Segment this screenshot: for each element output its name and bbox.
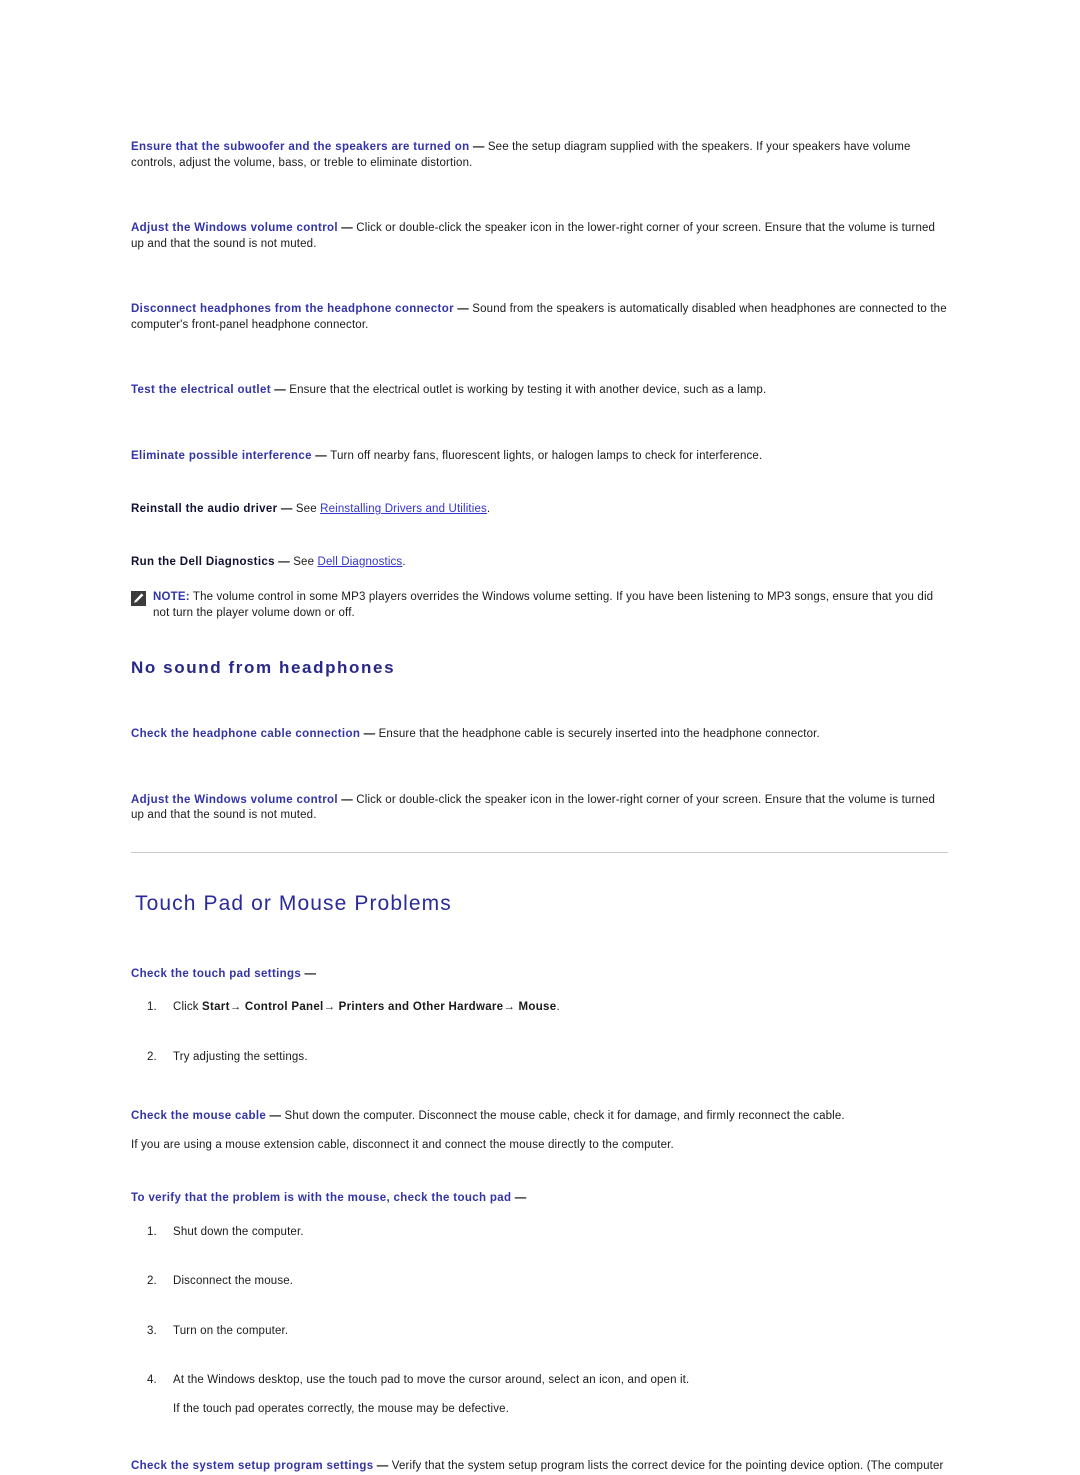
link-reinstalling-drivers-and-utilities[interactable]: Reinstalling Drivers and Utilities	[320, 503, 487, 515]
tip-subwoofer-speakers-on: Ensure that the subwoofer and the speake…	[131, 140, 949, 171]
tip-lead: To verify that the problem is with the m…	[131, 1192, 512, 1204]
top-spacer	[131, 0, 949, 140]
tip-dash: —	[301, 967, 317, 980]
note-callout: NOTE: The volume control in some MP3 pla…	[131, 590, 949, 621]
arrow-icon: →	[229, 1001, 242, 1013]
ui-path-control-panel: Control Panel	[241, 1001, 324, 1013]
tip-see-text: See	[293, 555, 318, 568]
tip-body: Shut down the computer. Disconnect the m…	[284, 1110, 845, 1122]
note-label: NOTE:	[153, 591, 190, 603]
arrow-icon: →	[503, 1001, 516, 1013]
tip-lead: Adjust the Windows volume control	[131, 793, 338, 806]
tip-period: .	[402, 555, 406, 568]
step-sub-line: If the touch pad operates correctly, the…	[173, 1402, 510, 1415]
list-item: Click Start→ Control Panel→ Printers and…	[147, 1000, 949, 1016]
heading-no-sound-from-headphones: No sound from headphones	[131, 658, 396, 677]
tip-body: Ensure that the headphone cable is secur…	[378, 728, 820, 740]
step-text: Turn on the computer.	[173, 1324, 289, 1337]
tip-dash: —	[311, 449, 331, 462]
tip-lead: Check the mouse cable	[131, 1110, 267, 1122]
list-item: Disconnect the mouse.	[147, 1274, 949, 1290]
tip-dash: —	[274, 555, 294, 568]
tip-body: Ensure that the electrical outlet is wor…	[289, 384, 767, 396]
tip-check-touch-pad-settings: Check the touch pad settings —	[131, 967, 949, 983]
tip-period: .	[486, 503, 491, 515]
tip-see-text: See	[295, 503, 321, 515]
document-content: Ensure that the subwoofer and the speake…	[131, 0, 949, 1475]
tip-run-dell-diagnostics: Run the Dell Diagnostics — See Dell Diag…	[131, 555, 949, 571]
tip-dash: —	[453, 303, 473, 315]
tip-check-system-setup-program-settings: Check the system setup program settings …	[131, 1459, 949, 1475]
pencil-note-icon	[131, 591, 146, 606]
ui-path-start: Start	[202, 1001, 230, 1013]
step-prefix: Click	[173, 1001, 203, 1013]
verify-mouse-steps: Shut down the computer. Disconnect the m…	[131, 1225, 949, 1418]
tip-verify-problem-with-mouse: To verify that the problem is with the m…	[131, 1191, 949, 1207]
tip-lead: Reinstall the audio driver	[131, 503, 278, 515]
tip-dash: —	[511, 1192, 527, 1204]
section-divider	[131, 851, 948, 853]
step-text: At the Windows desktop, use the touch pa…	[173, 1374, 690, 1386]
note-text: NOTE: The volume control in some MP3 pla…	[153, 590, 949, 621]
tip-disconnect-headphones: Disconnect headphones from the headphone…	[131, 302, 949, 333]
tip-adjust-windows-volume-headphones: Adjust the Windows volume control — Clic…	[131, 793, 949, 824]
tip-body: Verify that the system setup program lis…	[391, 1460, 944, 1472]
step-suffix: .	[556, 1001, 560, 1013]
tip-dash: —	[270, 384, 290, 396]
tip-dash: —	[337, 222, 357, 234]
tip-dash: —	[373, 1460, 392, 1472]
tip-test-electrical-outlet: Test the electrical outlet — Ensure that…	[131, 383, 949, 399]
tip-check-mouse-cable: Check the mouse cable — Shut down the co…	[131, 1109, 949, 1125]
ui-path-printers-and-other-hardware: Printers and Other Hardware	[335, 1001, 504, 1013]
tip-dash: —	[360, 728, 379, 740]
tip-headphone-cable-connection: Check the headphone cable connection — E…	[131, 727, 949, 743]
list-item: At the Windows desktop, use the touch pa…	[147, 1373, 949, 1417]
step-text: Shut down the computer.	[173, 1225, 304, 1238]
tip-lead: Disconnect headphones from the headphone…	[131, 303, 454, 315]
tip-lead: Eliminate possible interference	[131, 449, 312, 462]
tip-reinstall-audio-driver: Reinstall the audio driver — See Reinsta…	[131, 502, 949, 518]
tip-lead: Adjust the Windows volume control	[131, 222, 338, 234]
tip-lead: Ensure that the subwoofer and the speake…	[131, 141, 470, 153]
step-text: Try adjusting the settings.	[173, 1050, 308, 1063]
tip-lead: Run the Dell Diagnostics	[131, 555, 275, 568]
list-item: Try adjusting the settings.	[147, 1050, 949, 1066]
tip-dash: —	[277, 503, 296, 515]
list-item: Shut down the computer.	[147, 1225, 949, 1241]
link-dell-diagnostics[interactable]: Dell Diagnostics	[317, 556, 402, 568]
step-text: Disconnect the mouse.	[173, 1275, 294, 1287]
tip-dash: —	[337, 793, 357, 806]
tip-lead: Check the system setup program settings	[131, 1460, 374, 1472]
tip-eliminate-interference: Eliminate possible interference — Turn o…	[131, 449, 949, 465]
document-page: Ensure that the subwoofer and the speake…	[0, 0, 1080, 1472]
note-body-text: The volume control in some MP3 players o…	[153, 591, 934, 619]
tip-adjust-windows-volume: Adjust the Windows volume control — Clic…	[131, 221, 949, 252]
tip-dash: —	[469, 141, 488, 153]
list-item: Turn on the computer.	[147, 1324, 949, 1340]
mouse-cable-follow-up: If you are using a mouse extension cable…	[131, 1138, 674, 1151]
ui-path-mouse: Mouse	[515, 1001, 557, 1013]
tip-lead: Check the touch pad settings	[131, 967, 302, 980]
heading-touch-pad-or-mouse-problems: Touch Pad or Mouse Problems	[135, 891, 452, 915]
touch-pad-settings-steps: Click Start→ Control Panel→ Printers and…	[131, 1000, 949, 1065]
tip-lead: Test the electrical outlet	[131, 384, 271, 396]
tip-body: Turn off nearby fans, fluorescent lights…	[330, 449, 763, 462]
tip-lead: Check the headphone cable connection	[131, 728, 361, 740]
arrow-icon: →	[323, 1001, 336, 1013]
tip-dash: —	[266, 1110, 285, 1122]
